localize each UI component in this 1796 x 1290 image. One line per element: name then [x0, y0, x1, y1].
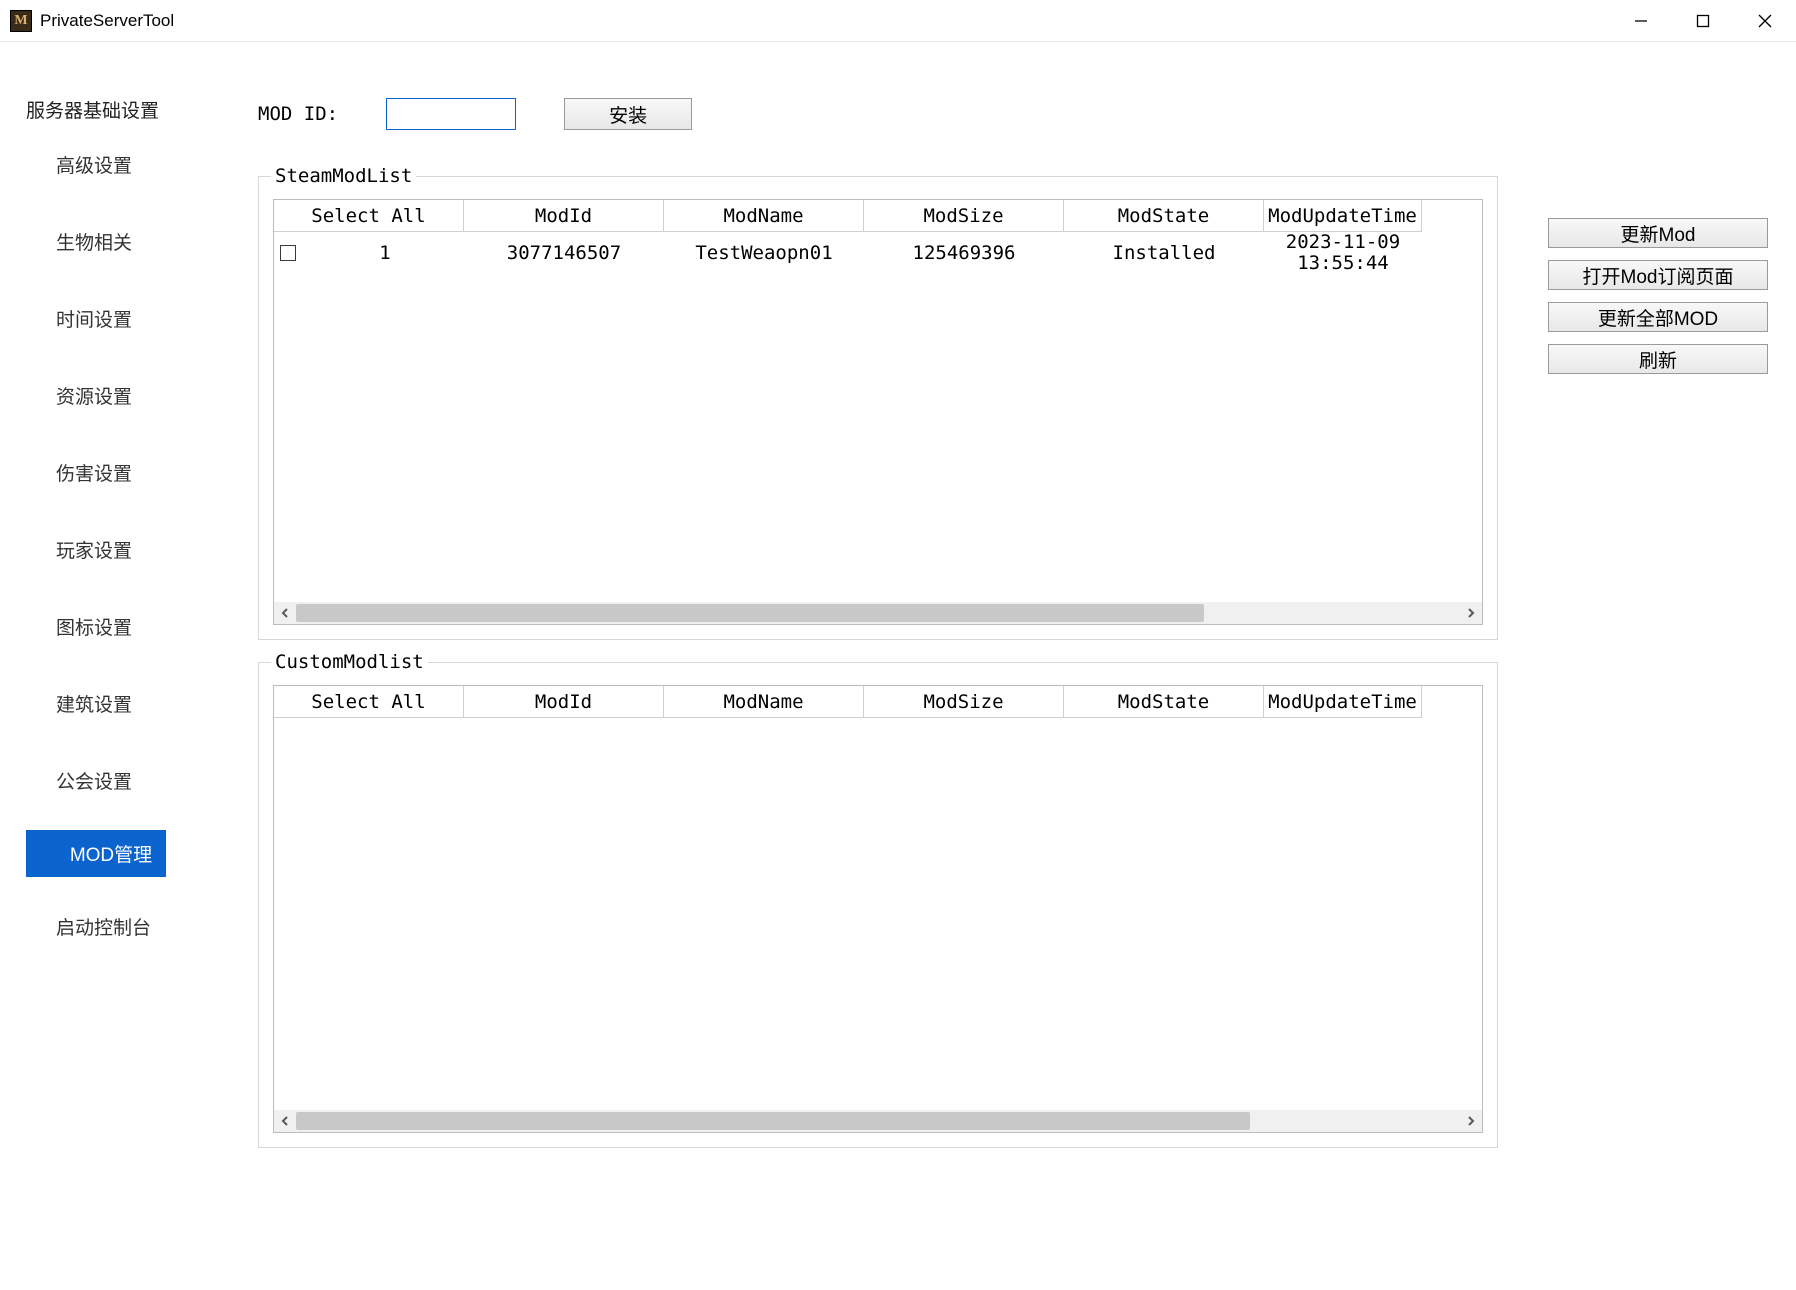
col-modid[interactable]: ModId — [464, 200, 664, 232]
custom-group-title: CustomModlist — [271, 651, 428, 673]
col-modtime[interactable]: ModUpdateTime — [1264, 686, 1422, 718]
sidebar-item-resource[interactable]: 资源设置 — [0, 368, 180, 423]
right-button-panel: 更新Mod 打开Mod订阅页面 更新全部MOD 刷新 — [1548, 98, 1774, 1290]
sidebar-item-time[interactable]: 时间设置 — [0, 291, 180, 346]
col-modid[interactable]: ModId — [464, 686, 664, 718]
row-modid: 3077146507 — [464, 232, 664, 274]
scroll-thumb[interactable] — [296, 604, 1204, 622]
row-checkbox[interactable] — [280, 245, 296, 261]
col-modsize[interactable]: ModSize — [864, 200, 1064, 232]
scroll-left-icon[interactable] — [274, 1110, 296, 1132]
title-bar: M PrivateServerTool — [0, 0, 1796, 42]
install-button[interactable]: 安装 — [564, 98, 692, 130]
row-modstate: Installed — [1064, 232, 1264, 274]
main-area: MOD ID: 安装 SteamModList Select All ModId… — [180, 42, 1796, 1290]
mod-id-row: MOD ID: 安装 — [258, 98, 1498, 130]
sidebar-item-advanced[interactable]: 高级设置 — [0, 137, 180, 192]
open-sub-page-button[interactable]: 打开Mod订阅页面 — [1548, 260, 1768, 290]
refresh-button[interactable]: 刷新 — [1548, 344, 1768, 374]
sidebar-item-building[interactable]: 建筑设置 — [0, 676, 180, 731]
scroll-right-icon[interactable] — [1460, 602, 1482, 624]
steam-mod-group: SteamModList Select All ModId ModName Mo… — [258, 176, 1498, 640]
custom-mod-group: CustomModlist Select All ModId ModName M… — [258, 662, 1498, 1148]
close-button[interactable] — [1734, 0, 1796, 41]
sidebar-item-console[interactable]: 启动控制台 — [0, 899, 180, 954]
col-select-all[interactable]: Select All — [274, 200, 464, 232]
mod-id-input[interactable] — [386, 98, 516, 130]
row-modname: TestWeaopn01 — [664, 232, 864, 274]
custom-hscrollbar[interactable] — [274, 1110, 1482, 1132]
col-modtime[interactable]: ModUpdateTime — [1264, 200, 1422, 232]
app-body: 服务器基础设置 高级设置 生物相关 时间设置 资源设置 伤害设置 玩家设置 图标… — [0, 42, 1796, 1290]
steam-grid: Select All ModId ModName ModSize ModStat… — [273, 199, 1483, 625]
steam-grid-body: 1 3077146507 TestWeaopn01 125469396 Inst… — [274, 232, 1482, 602]
scroll-thumb[interactable] — [296, 1112, 1250, 1130]
row-index: 1 — [306, 242, 464, 264]
minimize-button[interactable] — [1610, 0, 1672, 41]
window-title: PrivateServerTool — [40, 11, 174, 31]
col-modstate[interactable]: ModState — [1064, 200, 1264, 232]
update-mod-button[interactable]: 更新Mod — [1548, 218, 1768, 248]
table-row[interactable]: 1 3077146507 TestWeaopn01 125469396 Inst… — [274, 232, 1482, 274]
sidebar-item-guild[interactable]: 公会设置 — [0, 753, 180, 808]
col-modstate[interactable]: ModState — [1064, 686, 1264, 718]
app-icon: M — [10, 10, 32, 32]
custom-grid-body — [274, 718, 1482, 1110]
window-controls — [1610, 0, 1796, 41]
sidebar-item-icon[interactable]: 图标设置 — [0, 599, 180, 654]
scroll-track[interactable] — [296, 602, 1460, 624]
sidebar-header: 服务器基础设置 — [0, 90, 180, 137]
maximize-button[interactable] — [1672, 0, 1734, 41]
content-column: MOD ID: 安装 SteamModList Select All ModId… — [258, 98, 1498, 1290]
row-select-cell: 1 — [274, 232, 464, 274]
steam-hscrollbar[interactable] — [274, 602, 1482, 624]
sidebar: 服务器基础设置 高级设置 生物相关 时间设置 资源设置 伤害设置 玩家设置 图标… — [0, 42, 180, 1290]
row-time-clock: 13:55:44 — [1297, 253, 1389, 274]
row-modsize: 125469396 — [864, 232, 1064, 274]
sidebar-item-player[interactable]: 玩家设置 — [0, 522, 180, 577]
mod-id-label: MOD ID: — [258, 103, 338, 125]
sidebar-item-mod[interactable]: MOD管理 — [26, 830, 166, 877]
col-modname[interactable]: ModName — [664, 686, 864, 718]
steam-group-title: SteamModList — [271, 165, 416, 187]
custom-grid-header: Select All ModId ModName ModSize ModStat… — [274, 686, 1482, 718]
sidebar-item-damage[interactable]: 伤害设置 — [0, 445, 180, 500]
row-time-date: 2023-11-09 — [1286, 232, 1400, 253]
scroll-left-icon[interactable] — [274, 602, 296, 624]
steam-grid-header: Select All ModId ModName ModSize ModStat… — [274, 200, 1482, 232]
scroll-right-icon[interactable] — [1460, 1110, 1482, 1132]
col-select-all[interactable]: Select All — [274, 686, 464, 718]
app-window: M PrivateServerTool 服务器基础设置 高级设置 生物相关 时间… — [0, 0, 1796, 1290]
sidebar-item-creature[interactable]: 生物相关 — [0, 214, 180, 269]
row-modtime: 2023-11-09 13:55:44 — [1264, 232, 1422, 274]
col-modname[interactable]: ModName — [664, 200, 864, 232]
scroll-track[interactable] — [296, 1110, 1460, 1132]
col-modsize[interactable]: ModSize — [864, 686, 1064, 718]
update-all-mod-button[interactable]: 更新全部MOD — [1548, 302, 1768, 332]
custom-grid: Select All ModId ModName ModSize ModStat… — [273, 685, 1483, 1133]
